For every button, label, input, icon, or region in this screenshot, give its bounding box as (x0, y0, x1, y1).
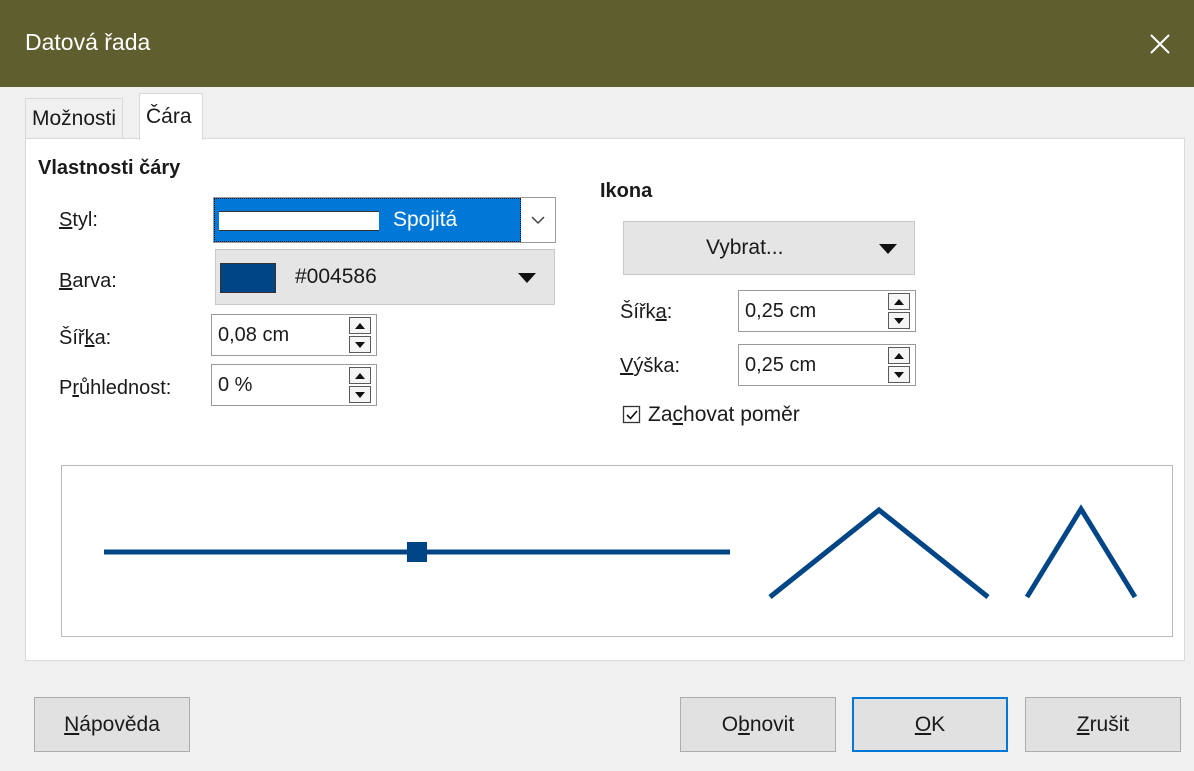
icon-width-increment-icon[interactable] (888, 293, 910, 310)
color-value: #004586 (295, 265, 377, 288)
tab-options[interactable]: Možnosti (25, 98, 124, 139)
style-label: Styl: (59, 209, 98, 231)
tab-panel: Vlastnosti čáry Styl: Spojitá Barva: #00… (25, 138, 1185, 661)
chevron-down-icon[interactable] (524, 206, 552, 234)
help-button[interactable]: Nápověda (34, 697, 190, 752)
dropdown-arrow-icon (518, 273, 536, 283)
keep-ratio-label: Zachovat poměr (648, 403, 800, 426)
preview-narrow-angle (1024, 504, 1138, 599)
transparency-decrement-icon[interactable] (349, 386, 371, 403)
icon-height-increment-icon[interactable] (888, 347, 910, 364)
width-increment-icon[interactable] (349, 317, 371, 334)
icon-height-spinfield[interactable]: 0,25 cm (738, 344, 916, 386)
icon-width-decrement-icon[interactable] (888, 312, 910, 329)
width-value: 0,08 cm (218, 323, 290, 346)
preview-wide-angle (768, 506, 990, 599)
icon-width-label: Šířka: (620, 301, 673, 323)
transparency-label: Průhlednost: (59, 377, 172, 399)
width-label: Šířka: (59, 327, 112, 349)
icon-height-value: 0,25 cm (745, 353, 817, 376)
tab-line[interactable]: Čára (139, 93, 203, 140)
transparency-spinfield[interactable]: 0 % (211, 364, 377, 406)
preview-symbol-icon (407, 542, 427, 562)
icon-height-label: Výška: (620, 355, 681, 377)
icon-width-spinfield[interactable]: 0,25 cm (738, 290, 916, 332)
line-properties-heading: Vlastnosti čáry (38, 157, 181, 179)
line-preview-graphic (104, 504, 1138, 599)
icon-heading: Ikona (600, 180, 653, 202)
color-select[interactable]: #004586 (215, 249, 555, 305)
checkbox-checked-icon[interactable] (622, 405, 642, 425)
transparency-value: 0 % (218, 373, 253, 396)
color-label: Barva: (59, 270, 117, 292)
title-bar: Datová řada (0, 0, 1194, 87)
dropdown-arrow-icon (879, 244, 897, 254)
icon-select-label: Vybrat... (706, 236, 784, 259)
color-swatch (220, 263, 276, 293)
line-style-sample (219, 211, 379, 231)
keep-ratio-checkbox[interactable]: Zachovat poměr (622, 403, 800, 427)
width-spinfield[interactable]: 0,08 cm (211, 314, 377, 356)
tab-options-label: Možnosti (32, 107, 117, 130)
tab-line-label: Čára (146, 105, 192, 128)
width-decrement-icon[interactable] (349, 336, 371, 353)
icon-height-decrement-icon[interactable] (888, 366, 910, 383)
icon-select-button[interactable]: Vybrat... (623, 221, 915, 275)
line-preview (61, 465, 1173, 637)
window-title: Datová řada (25, 29, 151, 55)
style-select[interactable]: Spojitá (213, 197, 556, 243)
cancel-button[interactable]: Zrušit (1025, 697, 1181, 752)
transparency-increment-icon[interactable] (349, 367, 371, 384)
close-icon[interactable] (1138, 22, 1182, 66)
style-value: Spojitá (393, 208, 458, 231)
style-selected-item: Spojitá (214, 198, 521, 242)
icon-width-value: 0,25 cm (745, 299, 817, 322)
reset-button[interactable]: Ob novit (680, 697, 836, 752)
ok-button[interactable]: OK (852, 697, 1008, 752)
